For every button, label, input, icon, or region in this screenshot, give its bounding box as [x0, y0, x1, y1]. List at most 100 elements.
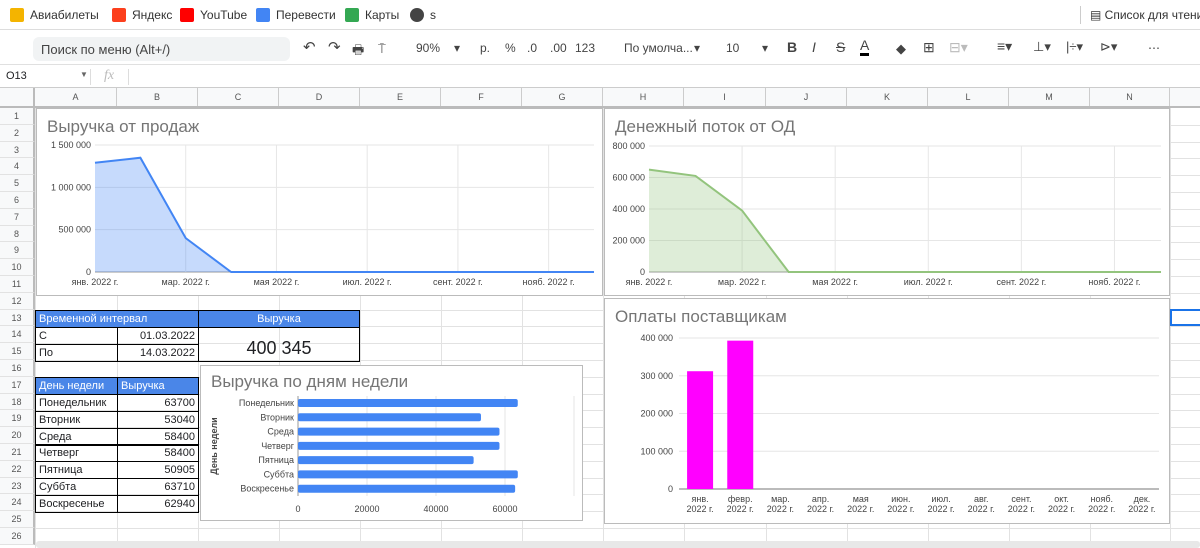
currency-format-button[interactable]: р. — [480, 41, 490, 55]
print-icon[interactable]: 🖶 — [352, 41, 364, 63]
select-all-corner[interactable] — [0, 88, 35, 106]
vertical-align-icon[interactable]: ⊥▾ — [1033, 39, 1051, 55]
column-header-E[interactable]: E — [360, 88, 441, 106]
percent-format-button[interactable]: % — [505, 41, 516, 55]
row-header-21[interactable]: 21 — [0, 444, 35, 461]
reading-list-button[interactable]: ▤ Список для чтения — [1090, 8, 1200, 22]
row-header-6[interactable]: 6 — [0, 192, 35, 209]
text-color-icon[interactable]: A — [860, 37, 870, 56]
row-header-1[interactable]: 1 — [0, 108, 35, 125]
font-size-select[interactable]: 10 — [726, 41, 739, 55]
row-header-23[interactable]: 23 — [0, 477, 35, 495]
bookmark-youtube[interactable]: YouTube — [180, 8, 247, 22]
column-header-M[interactable]: M — [1009, 88, 1090, 106]
row-header-12[interactable]: 12 — [0, 292, 35, 310]
chevron-down-icon[interactable]: ▾ — [694, 41, 700, 55]
fill-color-icon[interactable]: ◆ — [896, 41, 906, 57]
strikethrough-icon[interactable]: S — [836, 39, 845, 55]
column-header-D[interactable]: D — [279, 88, 360, 106]
row-header-24[interactable]: 24 — [0, 494, 35, 512]
weekday-revenue-cell[interactable]: 63700 — [117, 394, 199, 412]
row-header-25[interactable]: 25 — [0, 511, 35, 528]
column-header-I[interactable]: I — [684, 88, 766, 106]
row-header-15[interactable]: 15 — [0, 343, 35, 360]
weekday-revenue-cell[interactable]: 53040 — [117, 410, 199, 429]
bold-icon[interactable]: B — [787, 39, 797, 55]
bookmark-tickets[interactable]: Авиабилеты — [10, 8, 99, 22]
column-header-H[interactable]: H — [603, 88, 684, 106]
weekday-revenue-cell[interactable]: 50905 — [117, 461, 199, 480]
column-header-F[interactable]: F — [441, 88, 522, 106]
weekday-revenue-cell[interactable]: 58400 — [117, 427, 199, 446]
chevron-down-icon[interactable]: ▾ — [454, 41, 460, 55]
row-header-18[interactable]: 18 — [0, 393, 35, 411]
decrease-decimal-button[interactable]: .0 — [527, 41, 537, 55]
row-header-13[interactable]: 13 — [0, 309, 35, 327]
row-header-19[interactable]: 19 — [0, 410, 35, 428]
menu-search-input[interactable]: Поиск по меню (Alt+/) — [33, 37, 290, 61]
row-header-14[interactable]: 14 — [0, 326, 35, 344]
row-header-16[interactable]: 16 — [0, 360, 35, 377]
row-header-3[interactable]: 3 — [0, 141, 35, 159]
bookmark-yandex[interactable]: Яндекс — [112, 8, 172, 22]
row-header-10[interactable]: 10 — [0, 259, 35, 276]
column-header-J[interactable]: J — [766, 88, 847, 106]
font-select[interactable]: По умолча... — [624, 41, 693, 55]
increase-decimal-button[interactable]: .00 — [550, 41, 567, 55]
more-icon[interactable]: ⋯ — [1148, 41, 1160, 55]
column-header-B[interactable]: B — [117, 88, 198, 106]
redo-icon[interactable]: ↷ — [328, 38, 341, 56]
horizontal-scrollbar[interactable] — [36, 541, 1200, 548]
column-header-A[interactable]: A — [35, 88, 117, 106]
chevron-down-icon[interactable]: ▼ — [80, 70, 88, 79]
chart-supplier-payments[interactable]: Оплаты поставщикам 0 100 000 200 000 300 000… — [604, 298, 1170, 524]
name-box[interactable]: O13 — [6, 70, 27, 82]
bookmark-globe[interactable]: s — [410, 8, 436, 22]
row-header-20[interactable]: 20 — [0, 427, 35, 444]
weekday-name-cell[interactable]: Понедельник — [35, 394, 118, 412]
column-header-N[interactable]: N — [1090, 88, 1170, 106]
chart-weekday-revenue[interactable]: Выручка по дням недели 0 20000 40000 60000 По… — [200, 365, 583, 521]
formula-input[interactable] — [136, 70, 1136, 84]
weekday-revenue-cell[interactable]: 58400 — [117, 444, 199, 463]
weekday-name-cell[interactable]: Суббта — [35, 478, 118, 496]
row-header-7[interactable]: 7 — [0, 208, 35, 226]
bookmark-maps[interactable]: Карты — [345, 8, 399, 22]
row-header-17[interactable]: 17 — [0, 376, 35, 394]
to-date-cell[interactable]: 14.03.2022 — [117, 344, 199, 362]
column-header-K[interactable]: K — [847, 88, 928, 106]
row-header-8[interactable]: 8 — [0, 225, 35, 243]
chevron-down-icon[interactable]: ▾ — [762, 41, 768, 55]
row-header-11[interactable]: 11 — [0, 276, 35, 293]
selected-cell[interactable] — [1170, 309, 1200, 326]
row-header-26[interactable]: 26 — [0, 528, 35, 545]
text-rotation-icon[interactable]: ⊳▾ — [1100, 39, 1117, 55]
more-formats-button[interactable]: 123 — [575, 41, 595, 55]
row-header-4[interactable]: 4 — [0, 158, 35, 176]
borders-icon[interactable]: ⊞ — [923, 39, 935, 56]
weekday-name-cell[interactable]: Вторник — [35, 410, 118, 429]
zoom-select[interactable]: 90% — [416, 41, 440, 55]
column-header-C[interactable]: C — [198, 88, 279, 106]
bookmark-translate[interactable]: Перевести — [256, 8, 336, 22]
weekday-name-cell[interactable]: Среда — [35, 427, 118, 446]
weekday-revenue-cell[interactable]: 63710 — [117, 478, 199, 496]
merge-cells-icon[interactable]: ⊟▾ — [949, 39, 968, 56]
weekday-name-cell[interactable]: Пятница — [35, 461, 118, 480]
row-header-5[interactable]: 5 — [0, 175, 35, 192]
chart-revenue[interactable]: Выручка от продаж 0 500 000 1 000 000 1 500 … — [36, 108, 603, 296]
undo-icon[interactable]: ↶ — [303, 38, 316, 56]
column-header-L[interactable]: L — [928, 88, 1009, 106]
text-wrap-icon[interactable]: |÷▾ — [1066, 39, 1083, 55]
weekday-name-cell[interactable]: Четверг — [35, 444, 118, 463]
align-left-icon[interactable]: ≡▾ — [997, 38, 1012, 55]
row-header-22[interactable]: 22 — [0, 460, 35, 478]
chart-cashflow[interactable]: Денежный поток от ОД 0 200 000 400 000 600 0… — [604, 108, 1170, 296]
italic-icon[interactable]: I — [812, 39, 816, 55]
row-header-2[interactable]: 2 — [0, 124, 35, 142]
column-header-G[interactable]: G — [522, 88, 603, 106]
weekday-name-cell[interactable]: Воскресенье — [35, 494, 118, 513]
weekday-revenue-cell[interactable]: 62940 — [117, 494, 199, 513]
from-date-cell[interactable]: 01.03.2022 — [117, 327, 199, 345]
paint-format-icon[interactable]: ⍑ — [378, 41, 386, 57]
